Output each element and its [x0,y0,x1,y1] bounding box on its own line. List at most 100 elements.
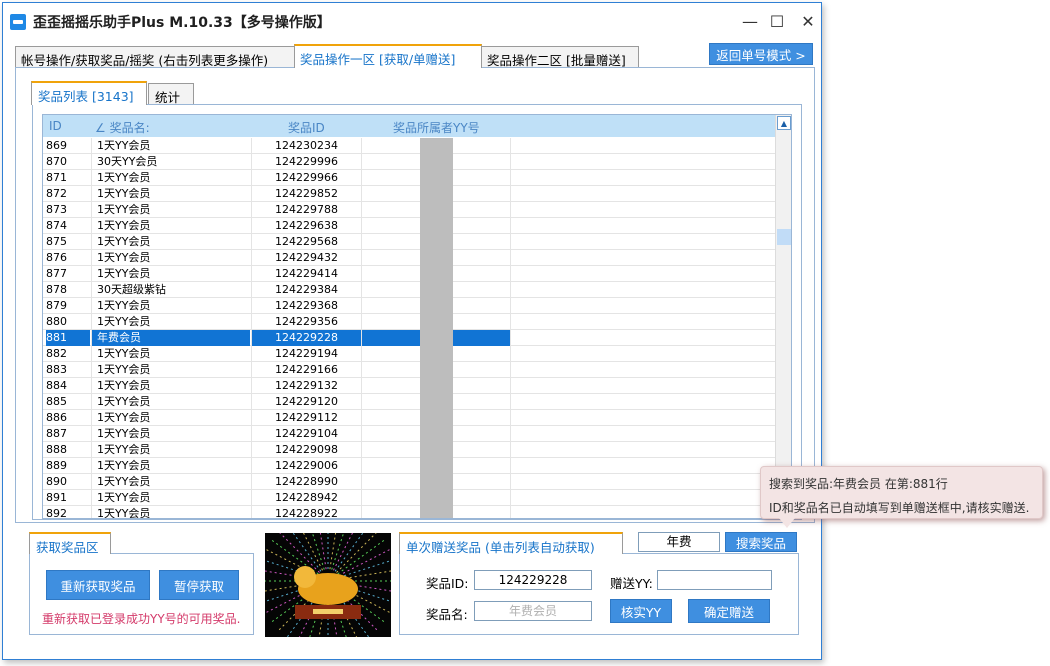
scroll-thumb[interactable] [777,229,791,245]
table-row[interactable]: 880 1天YY会员 124229356 [43,314,775,330]
row-prize-id-cell: 124229120 [251,394,361,410]
single-give-group: 单次赠送奖品 (单击列表自动获取) 奖品ID: 124229228 赠送YY: … [399,532,799,635]
search-prize-button[interactable]: 搜索奖品 [725,532,797,552]
row-prize-id-cell: 124229788 [251,202,361,218]
search-result-tooltip: 搜索到奖品:年费会员 在第:881行 ID和奖品名已自动填写到单赠送框中,请核实… [760,466,1043,528]
verify-yy-button[interactable]: 核实YY [610,599,672,623]
table-row[interactable]: 879 1天YY会员 124229368 [43,298,775,314]
table-row[interactable]: 886 1天YY会员 124229112 [43,410,775,426]
row-name-cell: 1天YY会员 [91,202,250,218]
row-id-cell: 872 [46,187,67,200]
row-id-cell: 878 [46,283,67,296]
close-icon[interactable]: ✕ [797,11,819,31]
table-row[interactable]: 889 1天YY会员 124229006 [43,458,775,474]
row-prize-id-cell: 124228922 [251,506,361,518]
table-row[interactable]: 871 1天YY会员 124229966 [43,170,775,186]
row-id-cell: 873 [46,203,67,216]
row-id-cell: 884 [46,379,67,392]
row-prize-id-cell: 124229356 [251,314,361,330]
single-give-group-title: 单次赠送奖品 (单击列表自动获取) [399,532,623,555]
table-row[interactable]: 877 1天YY会员 124229414 [43,266,775,282]
prize-image [265,533,391,637]
subtab-stats[interactable]: 统计 [148,83,194,105]
table-row[interactable]: 878 30天超级紫钻 124229384 [43,282,775,298]
row-name-cell: 1天YY会员 [91,170,250,186]
row-id-cell: 885 [46,395,67,408]
give-yy-label: 赠送YY: [610,576,653,591]
fetch-prize-group-title: 获取奖品区 [29,532,111,555]
table-row[interactable]: 873 1天YY会员 124229788 [43,202,775,218]
fetch-note: 重新获取已登录成功YY号的可用奖品. [42,612,241,626]
table-row[interactable]: 888 1天YY会员 124229098 [43,442,775,458]
prize-list[interactable]: ID ∠ 奖品名: 奖品ID 奖品所属者YY号 869 1天YY会员 1242302… [42,114,792,519]
table-row[interactable]: 887 1天YY会员 124229104 [43,426,775,442]
prize-name-label: 奖品名: [426,607,468,622]
row-name-cell: 1天YY会员 [91,442,250,458]
row-prize-id-cell: 124229228 [251,330,361,346]
row-id-cell: 881 [46,330,90,346]
title-bar[interactable]: 歪歪摇摇乐助手Plus M.10.33【多号操作版】 — ☐ ✕ [3,3,821,39]
maximize-icon[interactable]: ☐ [766,11,788,31]
row-prize-id-cell: 124229368 [251,298,361,314]
table-row[interactable]: 885 1天YY会员 124229120 [43,394,775,410]
owner-yy-redaction [420,138,453,518]
row-name-cell: 1天YY会员 [91,394,250,410]
table-row[interactable]: 892 1天YY会员 124228922 [43,506,775,518]
row-prize-id-cell: 124229104 [251,426,361,442]
scroll-up-icon[interactable]: ▲ [777,116,791,130]
table-row[interactable]: 884 1天YY会员 124229132 [43,378,775,394]
app-logo-icon [10,14,26,30]
row-prize-id-cell: 124229098 [251,442,361,458]
return-single-mode-button[interactable]: 返回单号模式 > [709,43,813,65]
row-prize-id-cell: 124229996 [251,154,361,170]
tab-prize-area-1[interactable]: 奖品操作一区 [获取/单赠送] [294,44,482,68]
column-header-owner-yy[interactable]: 奖品所属者YY号 [393,119,480,136]
row-name-cell: 1天YY会员 [91,218,250,234]
row-prize-id-cell: 124229006 [251,458,361,474]
row-prize-id-cell: 124229852 [251,186,361,202]
table-row[interactable]: 875 1天YY会员 124229568 [43,234,775,250]
table-row[interactable]: 872 1天YY会员 124229852 [43,186,775,202]
table-row[interactable]: 874 1天YY会员 124229638 [43,218,775,234]
table-row[interactable]: 891 1天YY会员 124228942 [43,490,775,506]
refetch-prizes-button[interactable]: 重新获取奖品 [46,570,150,600]
search-input[interactable]: 年费 [638,532,720,552]
pause-fetch-button[interactable]: 暂停获取 [159,570,239,600]
table-row[interactable]: 882 1天YY会员 124229194 [43,346,775,362]
table-row[interactable]: 883 1天YY会员 124229166 [43,362,775,378]
column-header-prize-id[interactable]: 奖品ID [288,119,325,136]
table-row[interactable]: 876 1天YY会员 124229432 [43,250,775,266]
row-id-cell: 891 [46,491,67,504]
row-prize-id-cell: 124229568 [251,234,361,250]
table-row[interactable]: 870 30天YY会员 124229996 [43,154,775,170]
row-id-cell: 887 [46,427,67,440]
row-id-cell: 880 [46,315,67,328]
table-row[interactable]: 881 年费会员 124229228 [43,330,775,346]
prize-name-field[interactable]: 年费会员 [474,601,592,621]
subtab-prize-list[interactable]: 奖品列表 [3143] [31,81,147,105]
confirm-give-button[interactable]: 确定赠送 [688,599,770,623]
row-name-cell: 1天YY会员 [91,234,250,250]
row-prize-id-cell: 124228942 [251,490,361,506]
row-name-cell: 1天YY会员 [91,250,250,266]
minimize-icon[interactable]: — [739,11,761,31]
prize-id-field[interactable]: 124229228 [474,570,592,590]
row-id-cell: 890 [46,475,67,488]
list-rows: 869 1天YY会员 124230234 870 30天YY会员 124229996 871… [43,138,775,518]
tab-account-ops[interactable]: 帐号操作/获取奖品/摇奖 (右击列表更多操作) [15,46,295,68]
column-header-id[interactable]: ID [49,119,62,133]
row-id-cell: 882 [46,347,67,360]
row-name-cell: 30天YY会员 [91,154,250,170]
prize-id-label: 奖品ID: [426,576,469,591]
give-yy-field[interactable] [657,570,772,590]
row-name-cell: 1天YY会员 [91,474,250,490]
table-row[interactable]: 890 1天YY会员 124228990 [43,474,775,490]
row-name-cell: 1天YY会员 [91,458,250,474]
table-row[interactable]: 869 1天YY会员 124230234 [43,138,775,154]
tab-prize-area-2[interactable]: 奖品操作二区 [批量赠送] [481,46,639,68]
row-id-cell: 888 [46,443,67,456]
row-name-cell: 1天YY会员 [91,314,250,330]
list-scrollbar[interactable]: ▲ [775,115,791,518]
tooltip-tail [779,518,795,528]
column-header-name[interactable]: ∠ 奖品名: [95,119,150,136]
